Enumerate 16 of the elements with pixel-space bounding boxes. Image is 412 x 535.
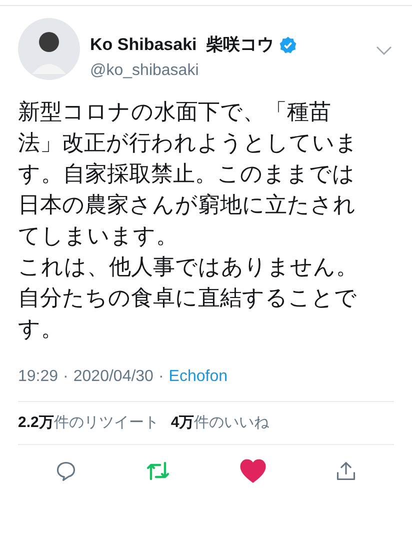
- separator-dot: ·: [158, 366, 164, 386]
- tweet-text: これは、他人事ではありません。自分たちの食卓に直結することです。: [18, 254, 359, 344]
- retweet-icon[interactable]: [146, 460, 170, 482]
- author-handle[interactable]: @ko_shibasaki: [90, 58, 376, 82]
- heart-icon[interactable]: [240, 459, 266, 483]
- avatar[interactable]: [18, 18, 80, 80]
- tweet-date: 2020/04/30: [73, 366, 154, 386]
- stat-count[interactable]: 4万件のいいね: [170, 412, 270, 434]
- reply-icon[interactable]: [54, 460, 77, 482]
- separator-dot: ·: [63, 366, 68, 386]
- stat-count[interactable]: 2.2万件のリツイート: [18, 412, 159, 434]
- tweet-text: 新型コロナの水面下で、「種苗法」改正が行われようとしています。自家採取禁止。このままでは日本の農家さんが窮地に立たされてしまいます。: [18, 98, 359, 250]
- author-name[interactable]: Ko Shibasaki 柴咲コウ: [90, 32, 274, 58]
- tweet-time: 19:29: [18, 366, 58, 386]
- chevron-down-icon[interactable]: [376, 46, 392, 56]
- share-icon[interactable]: [335, 460, 358, 482]
